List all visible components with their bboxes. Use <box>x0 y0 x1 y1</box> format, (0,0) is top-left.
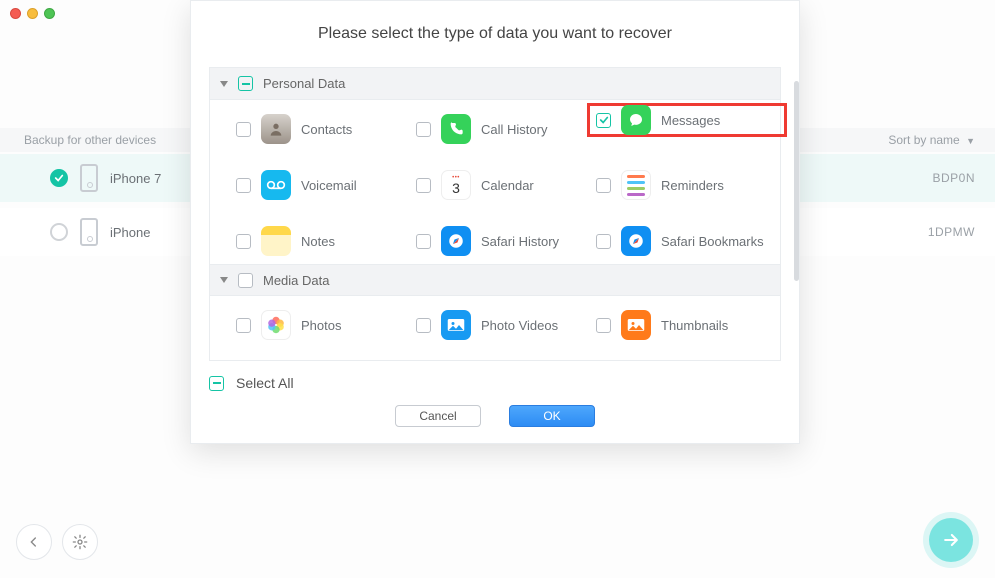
item-checkbox[interactable] <box>596 178 611 193</box>
item-label: Messages <box>661 113 720 128</box>
device-radio-selected[interactable] <box>50 169 68 187</box>
data-item-reminders[interactable]: Reminders <box>596 168 776 202</box>
scrollbar-thumb[interactable] <box>794 81 799 281</box>
data-type-modal: Please select the type of data you want … <box>190 0 800 444</box>
device-radio[interactable] <box>50 223 68 241</box>
item-label: Voicemail <box>301 178 357 193</box>
item-label: Thumbnails <box>661 318 728 333</box>
back-button[interactable] <box>16 524 52 560</box>
gear-icon <box>72 534 88 550</box>
item-label: Safari History <box>481 234 559 249</box>
ok-button[interactable]: OK <box>509 405 595 427</box>
device-id: 1DPMW <box>928 225 975 239</box>
select-all-row[interactable]: Select All <box>191 361 799 399</box>
collapse-icon <box>220 277 228 283</box>
media-data-grid: Photos Photo Videos Thumbnails <box>210 296 780 360</box>
data-item-thumbnails[interactable]: Thumbnails <box>596 308 776 342</box>
data-item-safari-bookmarks[interactable]: Safari Bookmarks <box>596 224 776 258</box>
phone-icon <box>80 218 98 246</box>
item-label: Contacts <box>301 122 352 137</box>
category-header-media[interactable]: Media Data <box>210 264 780 296</box>
data-item-voicemail[interactable]: Voicemail <box>236 168 416 202</box>
item-label: Photos <box>301 318 341 333</box>
collapse-icon <box>220 81 228 87</box>
settings-button[interactable] <box>62 524 98 560</box>
photo-videos-icon <box>441 310 471 340</box>
data-item-call-history[interactable]: Call History <box>416 112 596 146</box>
item-checkbox[interactable] <box>596 318 611 333</box>
personal-data-grid: Contacts Call History Messages <box>210 100 780 264</box>
modal-scrollbar[interactable] <box>797 81 799 383</box>
category-list: Personal Data Contacts Call History <box>209 67 781 361</box>
backup-label: Backup for other devices <box>24 133 156 147</box>
cancel-button[interactable]: Cancel <box>395 405 481 427</box>
thumbnails-icon <box>621 310 651 340</box>
reminders-icon <box>621 170 651 200</box>
category-name: Media Data <box>263 273 329 288</box>
data-item-calendar[interactable]: ••• 3 Calendar <box>416 168 596 202</box>
item-label: Notes <box>301 234 335 249</box>
item-checkbox[interactable] <box>236 178 251 193</box>
item-label: Safari Bookmarks <box>661 234 764 249</box>
category-header-personal[interactable]: Personal Data <box>210 68 780 100</box>
modal-title: Please select the type of data you want … <box>191 1 799 67</box>
safari-bookmarks-icon <box>621 226 651 256</box>
maximize-icon[interactable] <box>44 8 55 19</box>
data-item-safari-history[interactable]: Safari History <box>416 224 596 258</box>
safari-history-icon <box>441 226 471 256</box>
item-checkbox[interactable] <box>236 318 251 333</box>
modal-button-row: Cancel OK <box>191 399 799 443</box>
item-checkbox[interactable] <box>236 234 251 249</box>
footer-controls <box>16 524 98 560</box>
device-name: iPhone <box>110 225 150 240</box>
item-checkbox[interactable] <box>596 234 611 249</box>
category-checkbox[interactable] <box>238 76 253 91</box>
category-checkbox[interactable] <box>238 273 253 288</box>
item-checkbox-checked[interactable] <box>596 113 611 128</box>
window-traffic-lights <box>10 8 55 19</box>
notes-icon <box>261 226 291 256</box>
data-item-notes[interactable]: Notes <box>236 224 416 258</box>
call-history-icon <box>441 114 471 144</box>
select-all-label: Select All <box>236 375 294 391</box>
data-item-photos[interactable]: Photos <box>236 308 416 342</box>
calendar-icon: ••• 3 <box>441 170 471 200</box>
forward-arrow-icon <box>941 530 961 550</box>
data-item-contacts[interactable]: Contacts <box>236 112 416 146</box>
item-label: Call History <box>481 122 547 137</box>
item-checkbox[interactable] <box>416 122 431 137</box>
item-label: Calendar <box>481 178 534 193</box>
voicemail-icon <box>261 170 291 200</box>
select-all-checkbox[interactable] <box>209 376 224 391</box>
data-item-messages[interactable]: Messages <box>587 103 787 137</box>
item-checkbox[interactable] <box>416 178 431 193</box>
item-label: Photo Videos <box>481 318 558 333</box>
close-icon[interactable] <box>10 8 21 19</box>
item-label: Reminders <box>661 178 724 193</box>
minimize-icon[interactable] <box>27 8 38 19</box>
chevron-down-icon: ▼ <box>966 136 975 146</box>
item-checkbox[interactable] <box>236 122 251 137</box>
item-checkbox[interactable] <box>416 318 431 333</box>
messages-icon <box>621 105 651 135</box>
next-button[interactable] <box>929 518 973 562</box>
device-name: iPhone 7 <box>110 171 161 186</box>
phone-icon <box>80 164 98 192</box>
sort-dropdown[interactable]: Sort by name ▼ <box>888 133 975 147</box>
item-checkbox[interactable] <box>416 234 431 249</box>
device-id: BDP0N <box>932 171 975 185</box>
data-item-photo-videos[interactable]: Photo Videos <box>416 308 596 342</box>
category-name: Personal Data <box>263 76 345 91</box>
photos-icon <box>261 310 291 340</box>
contacts-icon <box>261 114 291 144</box>
